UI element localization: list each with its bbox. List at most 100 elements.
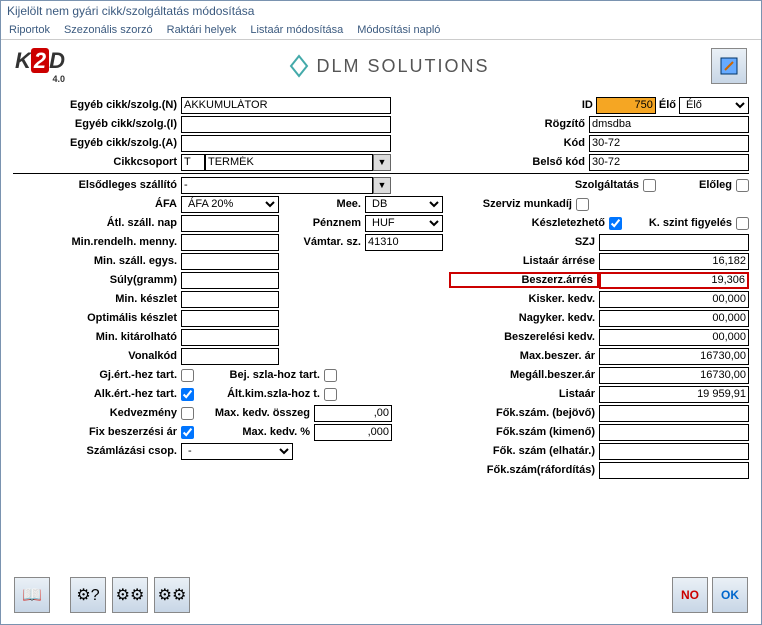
lbl-maxkedvpct: Max. kedv. %	[194, 426, 314, 438]
select-mee[interactable]: DB	[365, 196, 443, 213]
lbl-fixbeszer: Fix beszerzési ár	[13, 426, 181, 438]
chk-alkert[interactable]	[181, 388, 194, 401]
menu-riportok[interactable]: Riportok	[9, 24, 50, 36]
lbl-id: ID	[579, 99, 596, 111]
select-szamlazasi[interactable]: -	[181, 443, 293, 460]
ok-button[interactable]: OK	[712, 577, 748, 613]
input-cikkcsoport-name[interactable]	[205, 154, 373, 171]
lbl-eloleg: Előleg	[656, 179, 736, 191]
lbl-keszlet: Készletezhető	[499, 217, 609, 229]
lbl-listaar: Listaár	[449, 388, 599, 400]
lbl-rogzito: Rögzítő	[519, 118, 589, 130]
input-maxkedvpct[interactable]	[314, 424, 392, 441]
lbl-kszint: K. szint figyelés	[622, 217, 736, 229]
lbl-egyeb-i: Egyéb cikk/szolg.(I)	[13, 118, 181, 130]
lbl-szj: SZJ	[449, 236, 599, 248]
lbl-minkeszlet: Min. készlet	[13, 293, 181, 305]
input-kod[interactable]	[589, 135, 749, 152]
logo-k2d: K2D4.0	[15, 48, 65, 84]
lbl-fokraford: Fők.szám(ráfordítás)	[449, 464, 599, 476]
lbl-gjert: Gj.ért.-hez tart.	[13, 369, 181, 381]
no-button[interactable]: NO	[672, 577, 708, 613]
input-szj[interactable]	[599, 234, 749, 251]
input-vamtar[interactable]	[365, 234, 443, 251]
input-belsokod[interactable]	[589, 154, 749, 171]
chk-kszint[interactable]	[736, 217, 749, 230]
lbl-egyeb-a: Egyéb cikk/szolg.(A)	[13, 137, 181, 149]
input-minkeszlet[interactable]	[181, 291, 279, 308]
chk-kedvezmeny[interactable]	[181, 407, 194, 420]
input-megall[interactable]	[599, 367, 749, 384]
chk-fixbeszer[interactable]	[181, 426, 194, 439]
menu-listaar[interactable]: Listaár módosítása	[250, 24, 343, 36]
chk-keszlet[interactable]	[609, 217, 622, 230]
input-fokbejovo[interactable]	[599, 405, 749, 422]
input-egyeb-a[interactable]	[181, 135, 391, 152]
input-fokraford[interactable]	[599, 462, 749, 479]
lbl-szamlazasi: Számlázási csop.	[13, 445, 181, 457]
input-minkitar[interactable]	[181, 329, 279, 346]
chk-eloleg[interactable]	[736, 179, 749, 192]
menu-szezon[interactable]: Szezonális szorzó	[64, 24, 153, 36]
lbl-cikkcsoport: Cikkcsoport	[13, 156, 181, 168]
input-vonalkod[interactable]	[181, 348, 279, 365]
lbl-egyeb-n: Egyéb cikk/szolg.(N)	[13, 99, 181, 111]
input-fokelhat[interactable]	[599, 443, 749, 460]
lbl-kedvezmeny: Kedvezmény	[13, 407, 181, 419]
input-suly[interactable]	[181, 272, 279, 289]
select-elo[interactable]: Élő	[679, 97, 749, 114]
lbl-kisker: Kisker. kedv.	[449, 293, 599, 305]
elsodleges-dropdown-icon[interactable]: ▼	[373, 177, 391, 194]
window-title: Kijelölt nem gyári cikk/szolgáltatás mód…	[1, 1, 761, 21]
input-egyeb-i[interactable]	[181, 116, 391, 133]
input-fokkimeno[interactable]	[599, 424, 749, 441]
select-penznem[interactable]: HUF	[365, 215, 443, 232]
chk-szolgaltatas[interactable]	[643, 179, 656, 192]
input-maxbeszer[interactable]	[599, 348, 749, 365]
lbl-megall: Megáll.beszer.ár	[449, 369, 599, 381]
select-afa[interactable]: ÁFA 20%	[181, 196, 279, 213]
input-rogzito[interactable]	[589, 116, 749, 133]
menu-bar: Riportok Szezonális szorzó Raktári helye…	[1, 21, 761, 40]
lbl-szerviz: Szerviz munkadíj	[446, 198, 576, 210]
input-id[interactable]	[596, 97, 656, 114]
input-listaarres[interactable]	[599, 253, 749, 270]
lbl-elsodleges: Elsődleges szállító	[13, 179, 181, 191]
lbl-elo: Élő	[656, 99, 679, 111]
input-egyeb-n[interactable]	[181, 97, 391, 114]
input-optimalis[interactable]	[181, 310, 279, 327]
input-minszall[interactable]	[181, 253, 279, 270]
input-beszer-kedv[interactable]	[599, 329, 749, 346]
menu-modnaplo[interactable]: Módosítási napló	[357, 24, 440, 36]
input-elsodleges[interactable]	[181, 177, 373, 194]
menu-raktar[interactable]: Raktári helyek	[167, 24, 237, 36]
input-kisker[interactable]	[599, 291, 749, 308]
lbl-maxkedvossz: Max. kedv. összeg	[194, 407, 314, 419]
input-cikkcsoport-code[interactable]	[181, 154, 205, 171]
lbl-suly: Súly(gramm)	[13, 274, 181, 286]
toolbar-gears-icon[interactable]: ⚙⚙	[154, 577, 190, 613]
cikkcsoport-dropdown-icon[interactable]: ▼	[373, 154, 391, 171]
input-atl[interactable]	[181, 215, 279, 232]
input-listaar[interactable]	[599, 386, 749, 403]
lbl-maxbeszer: Max.beszer. ár	[449, 350, 599, 362]
toolbar-book-icon[interactable]: 📖	[14, 577, 50, 613]
toolbar-gear-q-icon[interactable]: ⚙?	[70, 577, 106, 613]
lbl-nagyker: Nagyker. kedv.	[449, 312, 599, 324]
input-maxkedvossz[interactable]	[314, 405, 392, 422]
lbl-fokkimeno: Fők.szám (kimenő)	[449, 426, 599, 438]
edit-button[interactable]	[711, 48, 747, 84]
lbl-minrend: Min.rendelh. menny.	[13, 236, 181, 248]
chk-gjert[interactable]	[181, 369, 194, 382]
input-minrend[interactable]	[181, 234, 279, 251]
chk-szerviz[interactable]	[576, 198, 589, 211]
chk-altkim[interactable]	[324, 388, 337, 401]
input-nagyker[interactable]	[599, 310, 749, 327]
toolbar-gears-people-icon[interactable]: ⚙⚙	[112, 577, 148, 613]
lbl-belsokod: Belső kód	[519, 156, 589, 168]
input-beszerz[interactable]	[599, 272, 749, 289]
chk-bejszla[interactable]	[324, 369, 337, 382]
lbl-fokbejovo: Fők.szám. (bejövő)	[449, 407, 599, 419]
lbl-penznem: Pénznem	[279, 217, 365, 229]
lbl-mee: Mee.	[279, 198, 365, 210]
